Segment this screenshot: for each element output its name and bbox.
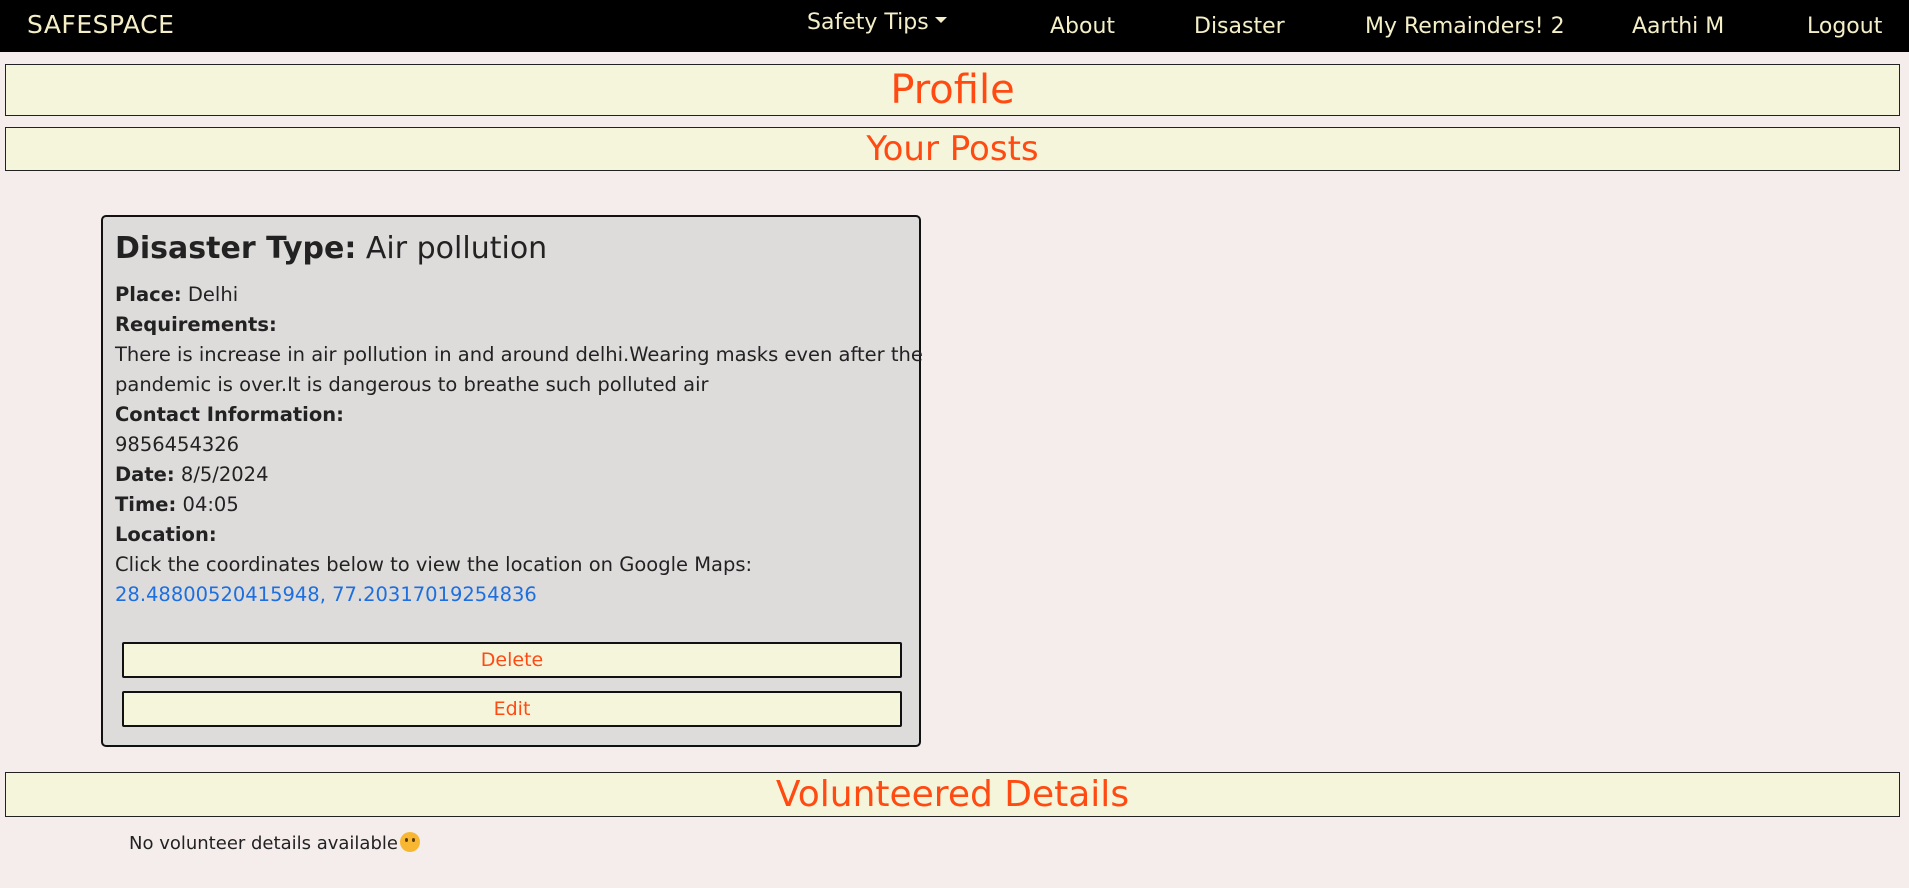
disaster-type-label: Disaster Type: [115, 231, 357, 266]
coordinates-link[interactable]: 28.48800520415948, 77.20317019254836 [115, 580, 537, 610]
time-label: Time: [115, 493, 177, 516]
nav-disaster[interactable]: Disaster [1194, 14, 1285, 39]
place-label: Place: [115, 283, 182, 306]
place-value: Delhi [187, 283, 239, 306]
volunteered-details-heading: Volunteered Details [5, 772, 1900, 817]
volunteer-empty-text: No volunteer details available [129, 833, 398, 854]
nav-reminders[interactable]: My Remainders! 2 [1365, 14, 1565, 39]
volunteer-empty-message: No volunteer details available [129, 832, 420, 854]
edit-button[interactable]: Edit [122, 691, 902, 727]
post-card: Disaster Type: Air pollution Place: Delh… [101, 215, 923, 747]
date-label: Date: [115, 463, 175, 486]
date-value: 8/5/2024 [180, 463, 269, 486]
nav-about[interactable]: About [1050, 14, 1115, 39]
disaster-type-row: Disaster Type: Air pollution [115, 231, 547, 266]
profile-heading: Profile [5, 64, 1900, 116]
time-row: Time: 04:05 [115, 490, 239, 520]
caret-down-icon [934, 17, 947, 23]
contact-value: 9856454326 [115, 433, 240, 456]
place-row: Place: Delhi [115, 280, 238, 310]
contact-label: Contact Information: [115, 403, 344, 426]
requirements-label: Requirements: [115, 313, 277, 336]
requirements-text-line2: pandemic is over.It is dangerous to brea… [115, 373, 709, 396]
requirements-text-line1: There is increase in air pollution in an… [115, 343, 923, 366]
location-hint: Click the coordinates below to view the … [115, 553, 753, 576]
disaster-type-value: Air pollution [365, 231, 548, 266]
nav-logout[interactable]: Logout [1807, 14, 1882, 39]
brand-logo[interactable]: SAFESPACE [27, 10, 174, 39]
date-row: Date: 8/5/2024 [115, 460, 269, 490]
nav-user[interactable]: Aarthi M [1632, 14, 1724, 39]
location-label: Location: [115, 523, 217, 546]
time-value: 04:05 [182, 493, 239, 516]
your-posts-heading: Your Posts [5, 127, 1900, 171]
navbar: SAFESPACE Safety Tips About Disaster My … [0, 0, 1909, 52]
pleading-face-icon [399, 832, 420, 852]
nav-safety-tips-dropdown[interactable]: Safety Tips [807, 10, 947, 35]
nav-safety-tips-label: Safety Tips [807, 10, 929, 35]
delete-button[interactable]: Delete [122, 642, 902, 678]
